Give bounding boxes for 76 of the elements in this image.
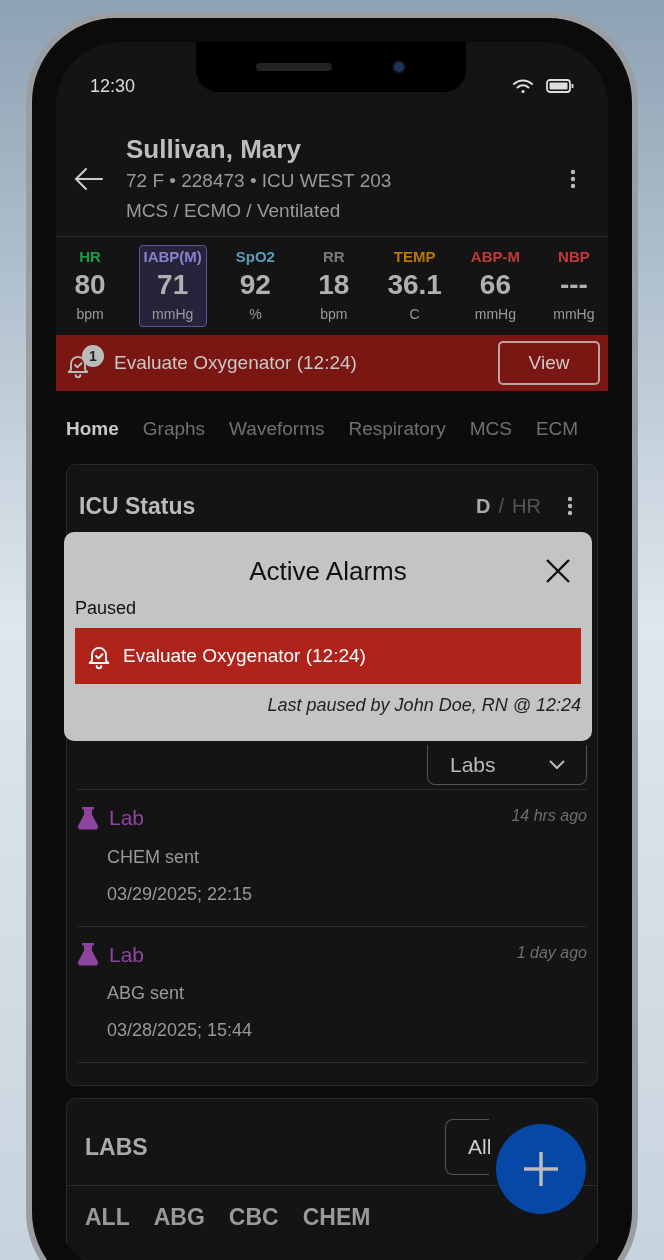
vital-label: TEMP: [393, 247, 436, 267]
scale-toggle[interactable]: D: [476, 490, 491, 521]
nav-tab[interactable]: Respiratory: [348, 415, 446, 444]
vital-tile[interactable]: ABP-M 66 mmHg: [465, 245, 526, 327]
dialog-title: Active Alarms: [249, 554, 407, 588]
vital-value: 71: [157, 268, 189, 302]
labs-title: LABS: [85, 1132, 148, 1162]
activity-description: CHEM sent: [107, 845, 201, 869]
status-time: 12:30: [90, 74, 136, 98]
vital-label: IABP(M): [143, 247, 202, 267]
vital-tile[interactable]: SpO2 92 %: [225, 245, 286, 327]
patient-tags: MCS / ECMO / Ventilated: [126, 196, 570, 226]
vital-unit: bpm: [76, 305, 104, 324]
back-arrow-icon[interactable]: [74, 167, 104, 191]
patient-details: 72 F • 228473 • ICU WEST 203: [126, 169, 393, 193]
card-title: ICU Status: [79, 491, 197, 521]
plus-icon: [524, 1152, 558, 1186]
vital-tile[interactable]: TEMP 36.1 C: [382, 245, 447, 327]
camera-lens: [392, 60, 406, 74]
vital-unit: C: [409, 305, 420, 324]
nav-tab[interactable]: Waveforms: [229, 415, 325, 444]
labs-filter-dropdown[interactable]: All: [445, 1119, 489, 1175]
vital-value: 80: [74, 268, 106, 302]
activity-datetime: 03/28/2025; 15:44: [107, 1019, 254, 1042]
vital-value: 66: [479, 268, 511, 302]
activity-description: ABG sent: [107, 982, 186, 1005]
section-label: Paused: [75, 597, 138, 620]
alarm-count-badge: 1: [82, 345, 104, 367]
more-icon[interactable]: [567, 495, 573, 516]
nav-tab[interactable]: ECM: [535, 415, 579, 444]
vital-unit: bpm: [320, 305, 348, 324]
activity-type: Lab: [109, 941, 146, 968]
nav-tab[interactable]: Graphs: [142, 415, 206, 444]
paused-note: Last paused by John Doe, RN @ 12:24: [267, 694, 581, 717]
vital-label: SpO2: [235, 247, 275, 267]
vital-value: 18: [318, 268, 350, 302]
activity-time-ago: 1 day ago: [516, 942, 587, 963]
flask-icon: [77, 805, 99, 830]
vital-label: ABP-M: [470, 247, 520, 267]
vital-unit: mmHg: [553, 305, 595, 324]
flask-icon: [77, 942, 99, 967]
vital-label: HR: [79, 247, 101, 267]
activity-type: Lab: [109, 805, 146, 831]
vital-tile[interactable]: RR 18 bpm: [303, 245, 364, 327]
vital-value: 92: [239, 268, 271, 302]
alarm-banner[interactable]: 1 Evaluate Oxygenator (12:24) View: [56, 335, 608, 391]
vital-label: NBP: [558, 247, 590, 267]
scale-separator: /: [498, 493, 505, 519]
lab-filter-tab[interactable]: ALL: [85, 1200, 130, 1235]
activity-datetime: 03/29/2025; 22:15: [107, 882, 254, 906]
vital-value: ---: [559, 268, 588, 302]
activity-time-ago: 14 hrs ago: [511, 806, 587, 826]
lab-filter-tab[interactable]: ABG: [153, 1200, 205, 1235]
paused-alarm-row[interactable]: Evaluate Oxygenator (12:24): [75, 628, 581, 684]
more-icon[interactable]: [570, 169, 576, 189]
vital-unit: mmHg: [474, 305, 516, 324]
vital-tile[interactable]: IABP(M) 71 mmHg: [138, 245, 207, 327]
close-icon[interactable]: [545, 558, 571, 584]
chevron-down-icon: [548, 758, 566, 771]
patient-name: Sullivan, Mary: [126, 133, 302, 166]
battery-icon: [546, 79, 574, 93]
vital-unit: mmHg: [152, 305, 194, 324]
vital-value: 36.1: [387, 268, 442, 302]
lab-filter-tab[interactable]: CBC: [228, 1200, 279, 1235]
vital-tile[interactable]: HR 80 bpm: [60, 245, 120, 327]
lab-filter-tab[interactable]: CHEM: [302, 1200, 371, 1235]
vital-label: RR: [323, 247, 345, 267]
nav-tab[interactable]: Home: [66, 415, 119, 444]
nav-tab[interactable]: MCS: [469, 415, 512, 444]
vital-unit: %: [249, 305, 262, 324]
wifi-icon: [512, 78, 534, 94]
vital-tile[interactable]: NBP --- mmHg: [543, 245, 604, 327]
alarm-text: Evaluate Oxygenator (12:24): [114, 350, 358, 375]
filter-dropdown[interactable]: Labs: [427, 745, 587, 785]
paused-alarm-text: Evaluate Oxygenator (12:24): [123, 643, 366, 668]
view-button[interactable]: View: [498, 341, 600, 385]
